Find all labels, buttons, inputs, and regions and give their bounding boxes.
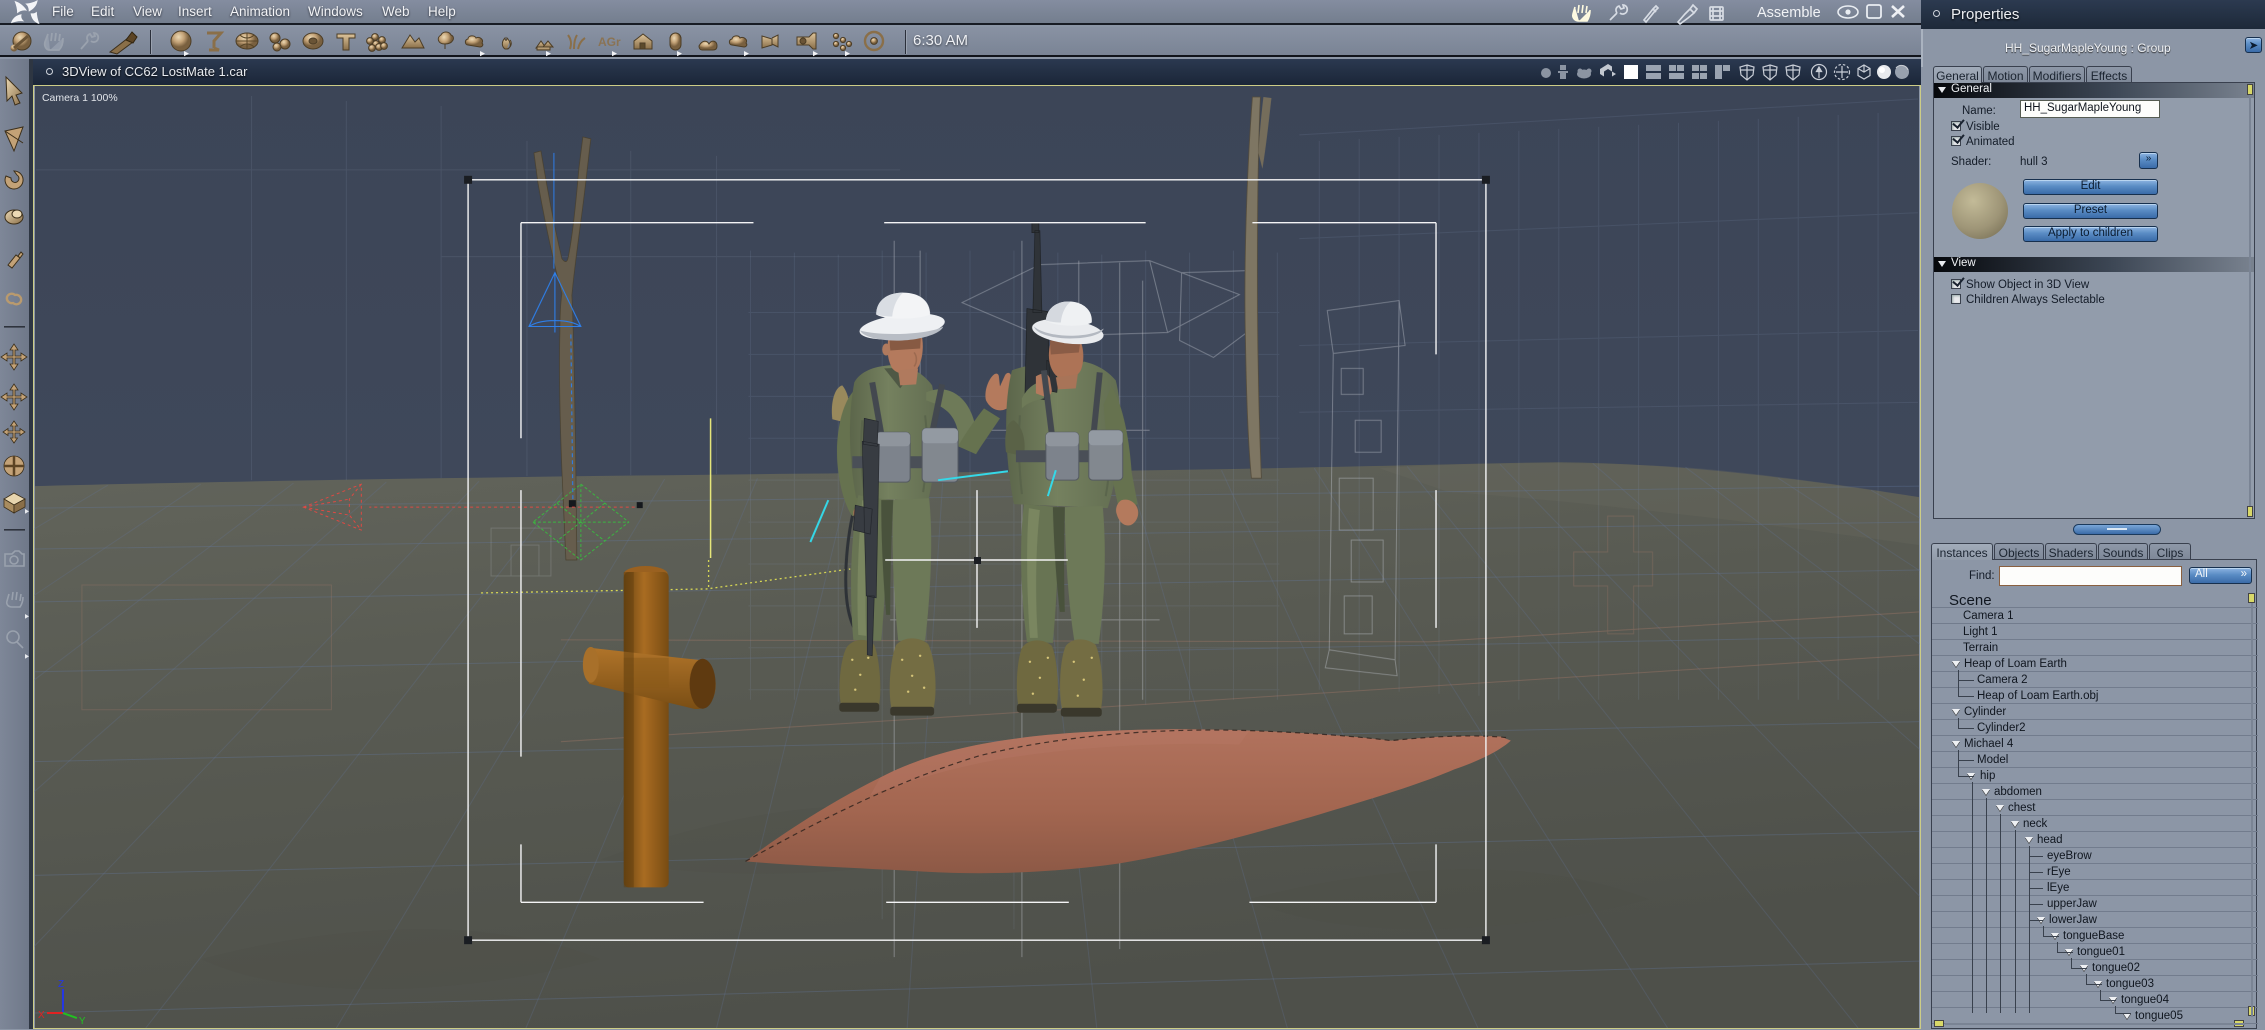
svg-text:Z: Z [58,979,64,990]
svg-text:Assemble: Assemble [1757,5,1821,21]
svg-text:X: X [38,1010,45,1021]
svg-text:AGr: AGr [598,35,621,49]
svg-text:Camera 1 100%: Camera 1 100% [42,93,118,104]
svg-text:Y: Y [79,1016,86,1027]
